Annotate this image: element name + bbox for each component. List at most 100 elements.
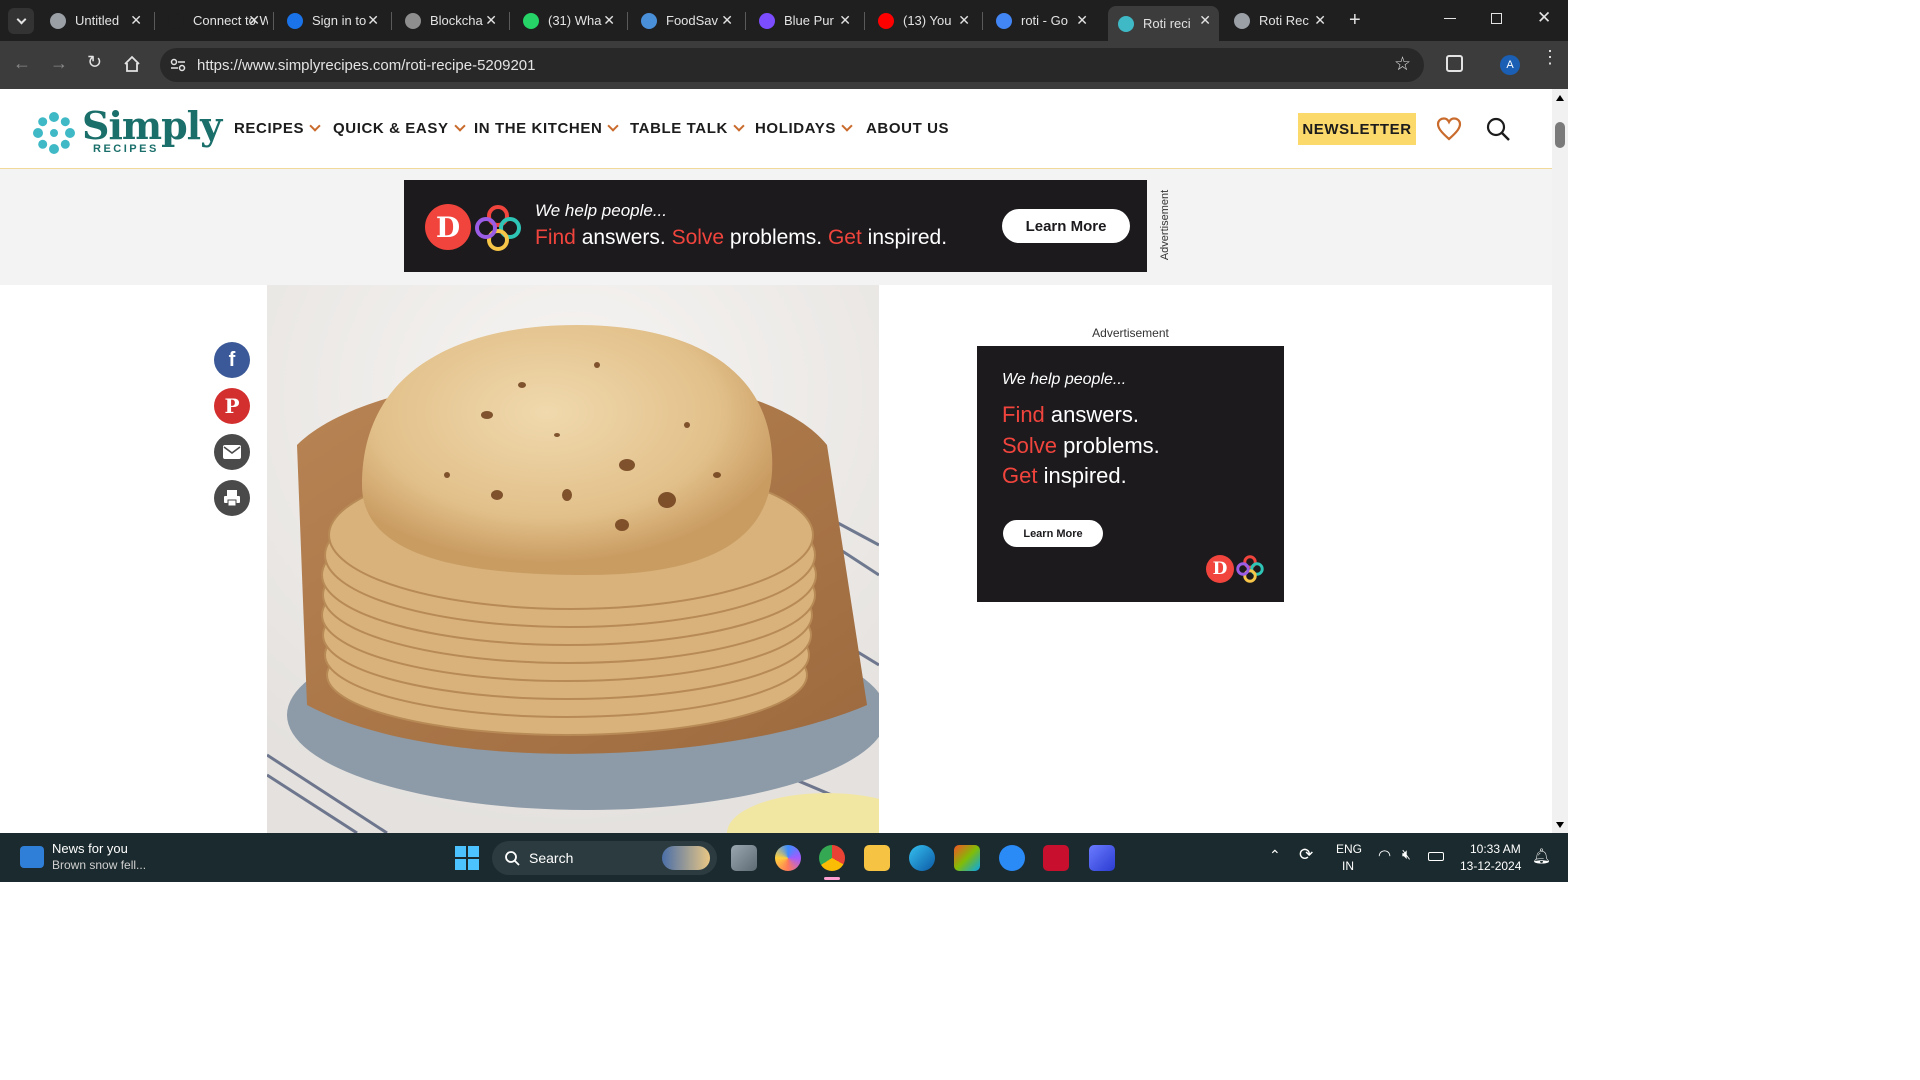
scroll-down-arrow[interactable] xyxy=(1556,822,1564,828)
browser-tab[interactable]: (13) You ✕ xyxy=(868,6,978,35)
nav-item[interactable]: TABLE TALK xyxy=(630,120,745,137)
clock-time[interactable]: 10:33 AM xyxy=(1470,842,1521,856)
ad-brand-d-icon: D xyxy=(425,204,471,250)
close-tab-icon[interactable]: ✕ xyxy=(367,12,379,29)
print-share-button[interactable] xyxy=(214,480,250,516)
ad-word-inspired: inspired. xyxy=(861,226,948,249)
heart-icon[interactable] xyxy=(1436,117,1462,141)
site-logo[interactable]: Simply RECIPES xyxy=(30,99,222,159)
url-text: https://www.simplyrecipes.com/roti-recip… xyxy=(197,57,536,74)
news-widget[interactable]: News for you Brown snow fell... xyxy=(18,841,218,875)
edge-icon[interactable] xyxy=(909,845,935,871)
tab-search-button[interactable] xyxy=(8,8,34,34)
restore-button[interactable] xyxy=(1491,13,1502,24)
sync-icon[interactable]: ⟳ xyxy=(1299,845,1313,865)
close-tab-icon[interactable]: ✕ xyxy=(1076,12,1088,29)
language-in[interactable]: IN xyxy=(1342,859,1354,873)
minimize-button[interactable] xyxy=(1444,18,1456,19)
tips-icon[interactable] xyxy=(999,845,1025,871)
show-hidden-icons-chevron[interactable]: ⌃ xyxy=(1269,847,1281,864)
side-ad-line-find: Find answers. xyxy=(1002,402,1139,428)
start-button[interactable] xyxy=(455,846,479,870)
nav-item[interactable]: IN THE KITCHEN xyxy=(474,120,620,137)
chrome-taskbar-icon[interactable] xyxy=(819,845,845,871)
close-tab-icon[interactable]: ✕ xyxy=(721,12,733,29)
browser-tab[interactable]: Sign in to ✕ xyxy=(277,6,387,35)
more-menu-icon[interactable]: ⋮ xyxy=(1541,48,1559,66)
browser-toolbar: ← → ↻ https://www.simplyrecipes.com/roti… xyxy=(0,41,1568,89)
bookmark-star-icon[interactable]: ☆ xyxy=(1394,53,1411,76)
address-bar[interactable]: https://www.simplyrecipes.com/roti-recip… xyxy=(160,48,1424,82)
simplyrecipes-icon xyxy=(1118,15,1134,32)
close-tab-icon[interactable]: ✕ xyxy=(603,12,615,29)
close-tab-icon[interactable]: ✕ xyxy=(248,12,260,29)
browser-tab[interactable]: Blockcha ✕ xyxy=(395,6,505,35)
nav-item[interactable]: HOLIDAYS xyxy=(755,120,853,137)
page-scrollbar[interactable] xyxy=(1552,89,1568,833)
side-ad-line-get: Get inspired. xyxy=(1002,463,1127,489)
none xyxy=(168,12,184,29)
browser-tab[interactable]: Roti reci ✕ xyxy=(1108,6,1219,41)
tab-separator xyxy=(745,12,746,30)
side-ad-learn-more-button[interactable]: Learn More xyxy=(1003,520,1103,547)
file-explorer-icon[interactable] xyxy=(864,845,890,871)
ad-learn-more-button[interactable]: Learn More xyxy=(1002,209,1130,243)
volume-muted-icon[interactable]: 🔇︎ xyxy=(1402,846,1411,863)
side-ad-word-find: Find xyxy=(1002,402,1045,427)
close-tab-icon[interactable]: ✕ xyxy=(485,12,497,29)
close-tab-icon[interactable]: ✕ xyxy=(1314,12,1326,29)
nav-item[interactable]: RECIPES xyxy=(234,120,321,137)
openai-icon xyxy=(405,12,421,29)
side-ad-word-problems: problems. xyxy=(1057,433,1160,458)
email-share-button[interactable] xyxy=(214,434,250,470)
copilot-icon[interactable] xyxy=(775,845,801,871)
app-icon[interactable] xyxy=(1089,845,1115,871)
search-icon[interactable] xyxy=(1485,116,1511,142)
ad-word-get: Get xyxy=(827,226,862,249)
home-button[interactable] xyxy=(123,55,141,78)
mcafee-icon[interactable] xyxy=(1043,845,1069,871)
browser-tab[interactable]: FoodSav ✕ xyxy=(631,6,741,35)
browser-tab[interactable]: roti - Go ✕ xyxy=(986,6,1096,35)
extensions-icon[interactable] xyxy=(1446,55,1463,72)
nav-item[interactable]: QUICK & EASY xyxy=(333,120,466,137)
newsletter-button[interactable]: NEWSLETTER xyxy=(1298,113,1416,145)
language-eng[interactable]: ENG xyxy=(1336,842,1362,856)
scrollbar-thumb[interactable] xyxy=(1555,122,1565,148)
battery-icon[interactable] xyxy=(1428,852,1444,861)
news-subtitle: Brown snow fell... xyxy=(52,858,147,872)
task-view-icon[interactable] xyxy=(731,845,757,871)
tab-separator xyxy=(154,12,155,30)
site-settings-icon[interactable] xyxy=(170,58,186,72)
top-advertisement[interactable]: D We help people... Find answers. Solve … xyxy=(404,180,1147,272)
notification-bell-icon[interactable]: 🔔︎ xyxy=(1532,847,1551,865)
back-button[interactable]: ← xyxy=(13,53,31,74)
side-ad-word-answers: answers. xyxy=(1044,402,1139,427)
forward-button[interactable]: → xyxy=(50,53,68,74)
browser-tab[interactable]: Roti Rec ✕ xyxy=(1224,6,1334,35)
reload-button[interactable]: ↻ xyxy=(87,52,102,73)
taskbar-search-box[interactable]: Search xyxy=(492,841,717,875)
side-advertisement[interactable]: We help people... Find answers. Solve pr… xyxy=(977,346,1284,602)
close-tab-icon[interactable]: ✕ xyxy=(1199,12,1211,29)
store-icon[interactable] xyxy=(954,845,980,871)
close-tab-icon[interactable]: ✕ xyxy=(958,12,970,29)
close-tab-icon[interactable]: ✕ xyxy=(839,12,851,29)
facebook-share-button[interactable]: f xyxy=(214,342,250,378)
clock-date[interactable]: 13-12-2024 xyxy=(1460,859,1521,873)
nav-item[interactable]: ABOUT US xyxy=(866,120,949,137)
new-tab-button[interactable]: + xyxy=(1349,9,1361,32)
scroll-up-arrow[interactable] xyxy=(1556,95,1564,101)
close-window-button[interactable]: ✕ xyxy=(1537,8,1551,28)
pinterest-share-button[interactable]: P xyxy=(214,388,250,424)
browser-tab[interactable]: Connect to W ✕ xyxy=(158,6,268,35)
wifi-icon[interactable]: ◠ xyxy=(1378,846,1391,864)
browser-tab[interactable]: (31) Wha ✕ xyxy=(513,6,623,35)
windows-taskbar: News for you Brown snow fell... Search ⌃… xyxy=(0,833,1568,882)
browser-tab[interactable]: Untitled ✕ xyxy=(40,6,150,35)
side-ad-line-solve: Solve problems. xyxy=(1002,433,1160,459)
browser-tab[interactable]: Blue Pur ✕ xyxy=(749,6,859,35)
pinterest-icon: P xyxy=(224,394,240,418)
profile-avatar[interactable]: A xyxy=(1500,55,1520,75)
close-tab-icon[interactable]: ✕ xyxy=(130,12,142,29)
